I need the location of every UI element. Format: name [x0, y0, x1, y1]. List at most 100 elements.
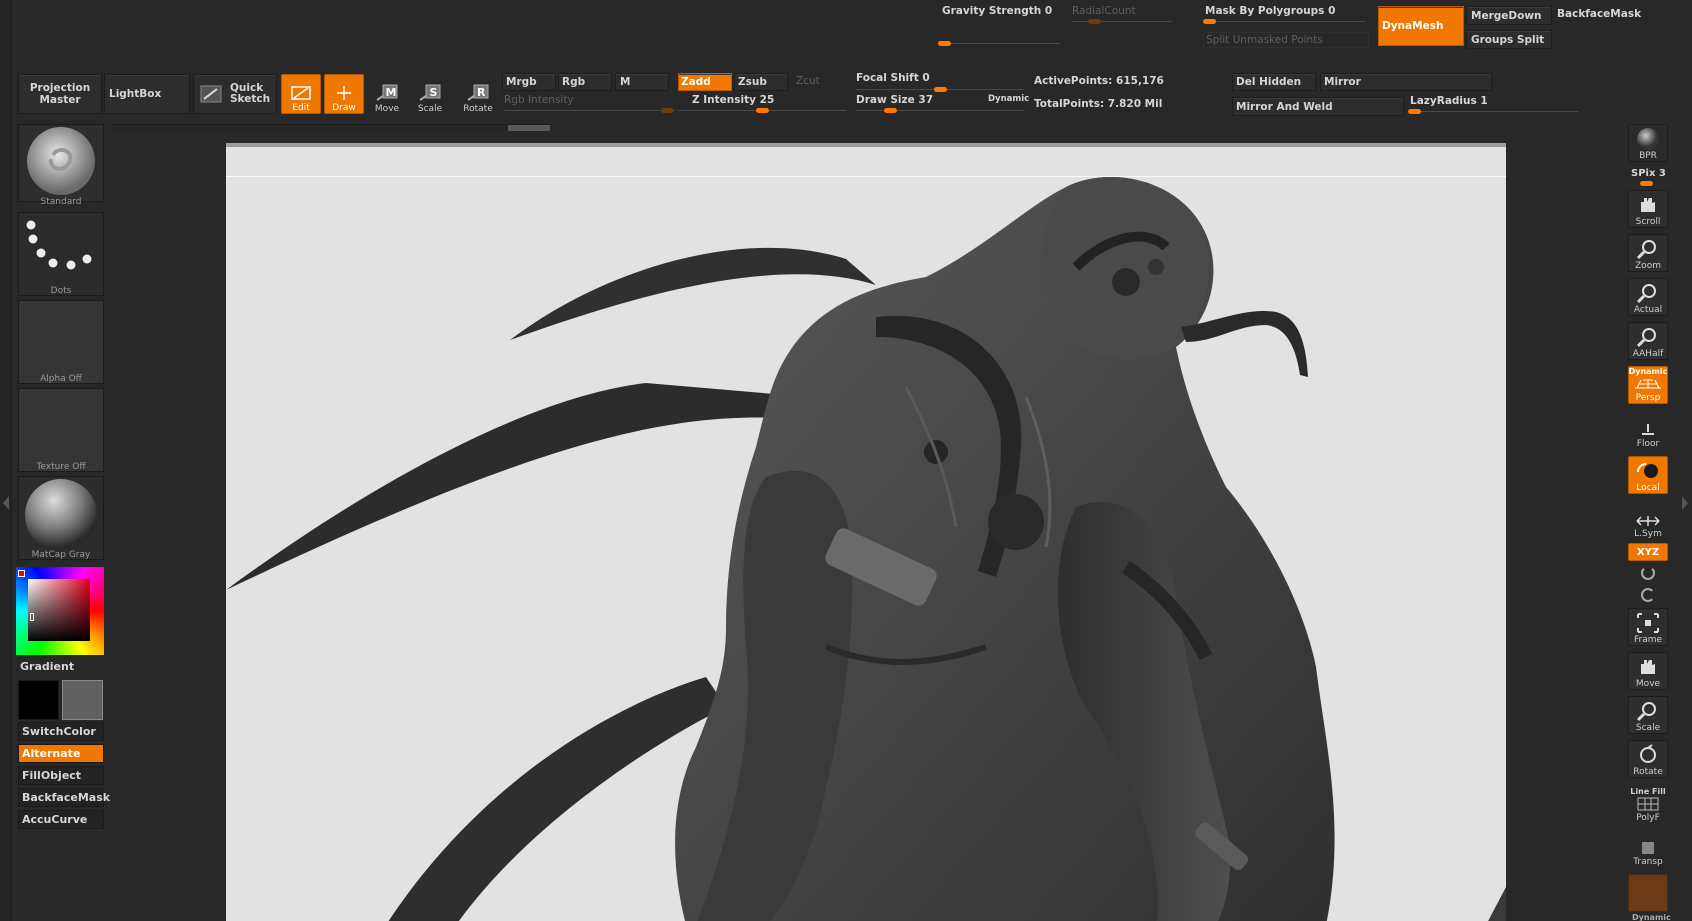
zsub-button[interactable]: Zsub	[734, 73, 788, 91]
zadd-button[interactable]: Zadd	[678, 73, 732, 91]
move-view-button[interactable]: Move	[1628, 652, 1668, 690]
mrgb-button[interactable]: Mrgb	[502, 73, 556, 91]
draw-size-label[interactable]: Draw Size 37	[856, 94, 933, 106]
persp-label: Persp	[1635, 393, 1661, 403]
mask-by-polygroups-track[interactable]	[1205, 21, 1365, 22]
split-unmasked-points-button: Split Unmasked Points	[1203, 32, 1369, 48]
switch-color-button[interactable]: SwitchColor	[18, 722, 104, 741]
spix-knob[interactable]	[1640, 181, 1653, 186]
rgb-button[interactable]: Rgb	[558, 73, 612, 91]
ghost-button[interactable]	[1628, 874, 1668, 912]
dynamic-label[interactable]: Dynamic	[988, 94, 1029, 104]
accucurve-button[interactable]: AccuCurve	[18, 810, 104, 829]
zoom-button[interactable]: Zoom	[1628, 234, 1668, 272]
aahalf-icon	[1636, 328, 1656, 348]
move-view-label: Move	[1635, 679, 1661, 689]
mask-by-polygroups-label[interactable]: Mask By Polygroups 0	[1205, 5, 1335, 17]
rotate-y-icon[interactable]	[1641, 566, 1655, 580]
gravity-strength-track[interactable]	[942, 43, 1060, 44]
left-tray-arrow-icon[interactable]	[3, 496, 9, 510]
z-intensity-label[interactable]: Z Intensity 25	[692, 94, 774, 106]
secondary-color-swatch[interactable]	[62, 680, 103, 720]
lazy-radius-label[interactable]: LazyRadius 1	[1410, 95, 1488, 107]
main-color-swatch[interactable]	[18, 680, 59, 720]
scroll-label: Scroll	[1635, 217, 1661, 227]
radial-count-label: RadialCount	[1072, 5, 1136, 17]
scale-view-button[interactable]: Scale	[1628, 696, 1668, 734]
m-button[interactable]: M	[615, 73, 669, 91]
floor-button[interactable]: Floor	[1628, 412, 1668, 450]
merge-down-button[interactable]: MergeDown	[1466, 6, 1552, 25]
projection-master-button[interactable]: Projection Master	[18, 74, 102, 114]
dynamesh-button[interactable]: DynaMesh	[1378, 6, 1464, 46]
focal-shift-knob[interactable]	[934, 87, 947, 92]
transp-button[interactable]: Transp	[1628, 830, 1668, 868]
mirror-button[interactable]: Mirror	[1320, 73, 1492, 91]
gradient-label[interactable]: Gradient	[20, 660, 74, 673]
aahalf-button[interactable]: AAHalf	[1628, 322, 1668, 360]
scale-tool-button[interactable]: S Scale	[410, 74, 450, 114]
mirror-and-weld-button[interactable]: Mirror And Weld	[1232, 97, 1404, 116]
spix-label[interactable]: SPix 3	[1631, 168, 1666, 179]
brush-thumbnail[interactable]	[18, 124, 104, 202]
move-tool-button[interactable]: M Move	[367, 74, 407, 114]
total-points-label: TotalPoints: 7.820 Mil	[1034, 98, 1163, 110]
backface-mask-top-button[interactable]: BackfaceMask	[1557, 8, 1641, 20]
gravity-strength-knob[interactable]	[938, 41, 951, 46]
actual-label: Actual	[1633, 305, 1663, 315]
lightbox-button[interactable]: LightBox	[104, 74, 190, 114]
canvas-top-scrollbar[interactable]	[112, 124, 552, 131]
scroll-button[interactable]: Scroll	[1628, 190, 1668, 228]
bpr-sphere-icon	[1637, 128, 1659, 150]
edit-tool-button[interactable]: Edit	[281, 74, 321, 114]
canvas-top-scrollbar-thumb[interactable]	[508, 125, 550, 131]
quick-sketch-button[interactable]: Quick Sketch	[193, 74, 277, 114]
rotate-tool-icon: R	[467, 84, 489, 101]
brush-label: Standard	[40, 197, 82, 207]
stroke-thumbnail[interactable]	[18, 212, 104, 296]
polyf-button[interactable]: Line Fill PolyF	[1628, 786, 1668, 824]
persp-button[interactable]: Dynamic Persp	[1628, 366, 1668, 404]
xyz-button[interactable]: XYZ	[1628, 543, 1668, 561]
left-tray-divider	[0, 0, 12, 921]
floor-icon	[1642, 424, 1654, 435]
color-picker[interactable]	[16, 567, 104, 655]
local-button[interactable]: Local	[1628, 456, 1668, 494]
material-thumbnail[interactable]	[18, 476, 104, 560]
color-picker-square[interactable]	[28, 579, 90, 641]
lsym-arrows-icon	[1636, 516, 1660, 526]
rotate-z-icon[interactable]	[1641, 588, 1655, 602]
texture-thumbnail[interactable]	[18, 388, 104, 472]
alpha-thumbnail[interactable]	[18, 300, 104, 384]
lsym-button[interactable]: L.Sym	[1628, 502, 1668, 540]
lazy-radius-knob[interactable]	[1408, 109, 1421, 114]
draw-tool-button[interactable]: Draw	[324, 74, 364, 114]
document-canvas[interactable]	[226, 143, 1506, 921]
move-tool-icon: M	[376, 84, 398, 101]
actual-button[interactable]: Actual	[1628, 278, 1668, 316]
groups-split-button[interactable]: Groups Split	[1466, 30, 1552, 49]
creature-sculpt-model[interactable]	[226, 147, 1506, 921]
lazy-radius-track[interactable]	[1410, 111, 1578, 112]
dynamic-bottom-label: Dynamic	[1632, 913, 1671, 921]
z-intensity-knob[interactable]	[756, 108, 769, 113]
alternate-button[interactable]: Alternate	[18, 744, 104, 763]
polyframe-grid-icon	[1637, 797, 1659, 811]
scale-label: Scale	[417, 104, 443, 114]
standard-brush-icon	[27, 127, 95, 195]
del-hidden-button[interactable]: Del Hidden	[1232, 73, 1316, 91]
mask-by-polygroups-knob[interactable]	[1203, 19, 1216, 24]
local-pivot-icon	[1637, 463, 1658, 478]
draw-size-knob[interactable]	[884, 108, 897, 113]
fill-object-button[interactable]: FillObject	[18, 766, 104, 785]
focal-shift-label[interactable]: Focal Shift 0	[856, 72, 930, 84]
gravity-strength-label[interactable]: Gravity Strength 0	[942, 5, 1052, 17]
scale-view-label: Scale	[1635, 723, 1661, 733]
frame-button[interactable]: Frame	[1628, 608, 1668, 646]
rotate-tool-button[interactable]: R Rotate	[458, 74, 498, 114]
rotate-view-button[interactable]: Rotate	[1628, 740, 1668, 778]
draw-size-track[interactable]	[856, 110, 1024, 111]
right-tray-arrow-icon[interactable]	[1682, 496, 1688, 510]
backface-mask-left-button[interactable]: BackfaceMask	[18, 788, 110, 807]
bpr-button[interactable]: BPR	[1628, 124, 1668, 162]
